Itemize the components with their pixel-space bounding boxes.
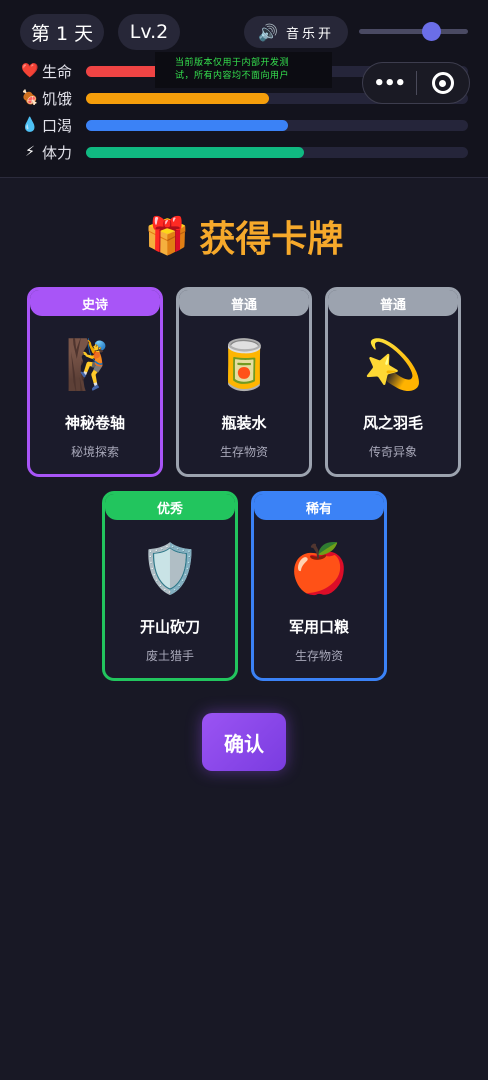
card-category: 废土猎手 — [145, 649, 194, 663]
music-toggle-button[interactable]: 🔊 音乐开 — [244, 16, 348, 48]
water-drop-icon: 💧 — [21, 117, 39, 133]
card-name: 神秘卷轴 — [64, 414, 125, 432]
heart-icon: ❤️ — [21, 63, 39, 79]
card-name: 风之羽毛 — [362, 414, 423, 432]
stat-row-health: ❤️ 生命 — [20, 60, 82, 82]
rarity-badge: 优秀 — [105, 494, 235, 520]
close-mini-program-button[interactable] — [416, 72, 469, 94]
top-status-bar: 第 1 天 Lv.2 🔊 音乐开 ❤️ 生命 🍖 饥饿 💧 口渴 ⚡ 体力 当前… — [0, 0, 488, 178]
mini-program-capsule: ••• — [362, 62, 470, 104]
dizzy-star-icon: 💫 — [363, 337, 423, 393]
apple-icon: 🍎 — [289, 541, 349, 597]
stat-row-hunger: 🍖 饥饿 — [20, 87, 82, 109]
reward-card[interactable]: 史诗 🧗 神秘卷轴秘境探索 — [27, 287, 163, 477]
target-icon — [431, 72, 454, 94]
thirst-bar — [86, 120, 468, 131]
card-category: 生存物资 — [219, 445, 268, 459]
reward-title-text: 获得卡牌 — [199, 219, 344, 260]
stamina-bar-fill — [86, 147, 304, 158]
rarity-badge: 普通 — [179, 290, 309, 316]
card-name: 瓶装水 — [221, 414, 267, 432]
more-options-icon[interactable]: ••• — [363, 73, 416, 94]
stat-label: 体力 — [42, 143, 73, 162]
volume-slider-track[interactable] — [359, 29, 468, 34]
speaker-icon: 🔊 — [258, 22, 278, 42]
stamina-bar — [86, 147, 468, 158]
canned-food-icon: 🥫 — [214, 337, 274, 393]
stat-label: 饥饿 — [42, 89, 73, 108]
level-badge: Lv.2 — [118, 14, 180, 50]
gift-icon: 🎁 — [144, 216, 190, 257]
dev-notice-line: 当前版本仅用于内部开发测 — [175, 58, 290, 68]
volume-slider-thumb[interactable] — [422, 22, 441, 41]
meat-icon: 🍖 — [21, 90, 39, 106]
thirst-bar-fill — [86, 120, 289, 131]
card-category: 生存物资 — [294, 649, 343, 663]
reward-card[interactable]: 稀有 🍎 军用口粮生存物资 — [251, 491, 387, 681]
reward-card[interactable]: 普通 💫 风之羽毛传奇异象 — [325, 287, 461, 477]
card-category: 传奇异象 — [368, 445, 417, 459]
day-counter: 第 1 天 — [20, 14, 104, 50]
lightning-icon: ⚡ — [25, 144, 35, 160]
rarity-badge: 稀有 — [254, 494, 384, 520]
reward-card[interactable]: 优秀 🛡️ 开山砍刀废土猎手 — [102, 491, 238, 681]
stat-row-thirst: 💧 口渴 — [20, 114, 82, 136]
stat-label: 生命 — [42, 62, 73, 81]
rarity-badge: 史诗 — [30, 290, 160, 316]
music-toggle-label: 音乐开 — [285, 26, 334, 42]
reward-card[interactable]: 普通 🥫 瓶装水生存物资 — [176, 287, 312, 477]
shield-icon: 🛡️ — [140, 541, 200, 597]
hunger-bar-fill — [86, 93, 270, 104]
climber-icon: 🧗 — [65, 337, 125, 393]
reward-title: 🎁 获得卡牌 — [0, 208, 488, 264]
confirm-button[interactable]: 确认 — [202, 713, 286, 771]
card-category: 秘境探索 — [70, 445, 119, 459]
card-name: 军用口粮 — [288, 618, 349, 636]
card-name: 开山砍刀 — [139, 618, 200, 636]
rarity-badge: 普通 — [328, 290, 458, 316]
stat-row-stamina: ⚡ 体力 — [20, 141, 82, 163]
dev-notice-line: 试，所有内容均不面向用户 — [175, 71, 290, 81]
stat-label: 口渴 — [42, 116, 73, 135]
dev-notice-banner: 当前版本仅用于内部开发测 试，所有内容均不面向用户 — [155, 52, 332, 88]
